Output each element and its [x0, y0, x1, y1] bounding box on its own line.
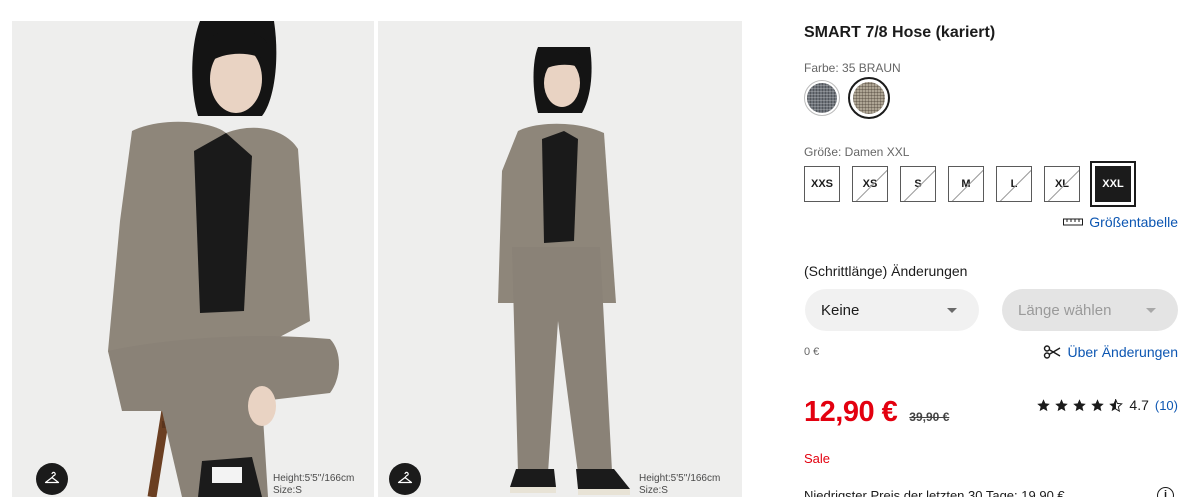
size-s-unavailable[interactable]: S	[900, 166, 936, 202]
product-image-standing[interactable]: Height:5'5''/166cm Size:S	[378, 21, 742, 497]
product-title: SMART 7/8 Hose (kariert)	[804, 24, 996, 41]
model-photo-sitting	[12, 21, 374, 497]
model-height: Height:5'5''/166cm	[273, 473, 355, 484]
star-icon	[1073, 398, 1087, 411]
model-size: Size:S	[273, 485, 302, 496]
model-info: Height:5'5''/166cm Size:S	[639, 473, 720, 497]
try-on-button[interactable]	[36, 463, 68, 495]
hanger-icon	[44, 471, 60, 484]
about-alterations-label: Über Änderungen	[1067, 344, 1178, 360]
color-label: Farbe: 35 BRAUN	[804, 61, 901, 75]
scissors-icon	[1044, 345, 1061, 359]
try-on-button[interactable]	[389, 463, 421, 495]
star-half-icon	[1109, 398, 1124, 412]
model-size: Size:S	[639, 485, 668, 496]
star-icon	[1037, 398, 1051, 411]
sale-label: Sale	[804, 451, 831, 466]
size-xl-unavailable[interactable]: XL	[1044, 166, 1080, 202]
alteration-select-value: Keine	[821, 301, 860, 319]
product-panel: SMART 7/8 Hose (kariert) Farbe: 35 BRAUN…	[804, 0, 1178, 497]
info-icon[interactable]: i	[1157, 487, 1174, 497]
model-height: Height:5'5''/166cm	[639, 473, 721, 484]
price-row: 12,90 € 39,90 €	[804, 396, 949, 429]
star-icon	[1055, 398, 1069, 411]
ruler-icon	[1063, 218, 1084, 226]
size-xs-unavailable[interactable]: XS	[852, 166, 888, 202]
alteration-select[interactable]: Keine	[805, 289, 979, 331]
lowest-price-note: Niedrigster Preis der letzten 30 Tage: 1…	[804, 488, 1065, 497]
caret-down-icon	[947, 307, 957, 313]
length-select-placeholder: Länge wählen	[1018, 301, 1112, 319]
sale-price: 12,90 €	[804, 396, 898, 428]
size-selector: XXS XS S M L XL XXL	[804, 161, 1136, 207]
size-xxl-selected[interactable]: XXL	[1090, 161, 1136, 207]
size-chart-label: Größentabelle	[1089, 214, 1178, 230]
review-count-link[interactable]: (10)	[1155, 398, 1178, 413]
rating-value: 4.7	[1129, 397, 1149, 413]
caret-down-icon	[1146, 307, 1156, 313]
rating-stars	[1036, 398, 1124, 413]
size-chart-link[interactable]: Größentabelle	[1063, 214, 1178, 230]
size-label: Größe: Damen XXL	[804, 145, 910, 159]
product-image-sitting[interactable]: Height:5'5''/166cm Size:S	[12, 21, 374, 497]
color-swatches	[804, 77, 890, 119]
original-price: 39,90 €	[909, 410, 950, 424]
rating[interactable]: 4.7 (10)	[1036, 397, 1178, 413]
length-select-disabled[interactable]: Länge wählen	[1002, 289, 1178, 331]
alteration-price: 0 €	[804, 346, 820, 358]
size-xxs[interactable]: XXS	[804, 166, 840, 202]
model-info: Height:5'5''/166cm Size:S	[273, 473, 354, 497]
size-l-unavailable[interactable]: L	[996, 166, 1032, 202]
color-swatch-gray[interactable]	[804, 80, 840, 116]
size-m-unavailable[interactable]: M	[948, 166, 984, 202]
star-icon	[1091, 398, 1105, 411]
about-alterations-link[interactable]: Über Änderungen	[1043, 344, 1178, 360]
hanger-icon	[397, 471, 413, 484]
model-photo-standing	[378, 21, 742, 497]
alterations-title: (Schrittlänge) Änderungen	[804, 263, 968, 279]
color-swatch-brown-selected[interactable]	[848, 77, 890, 119]
